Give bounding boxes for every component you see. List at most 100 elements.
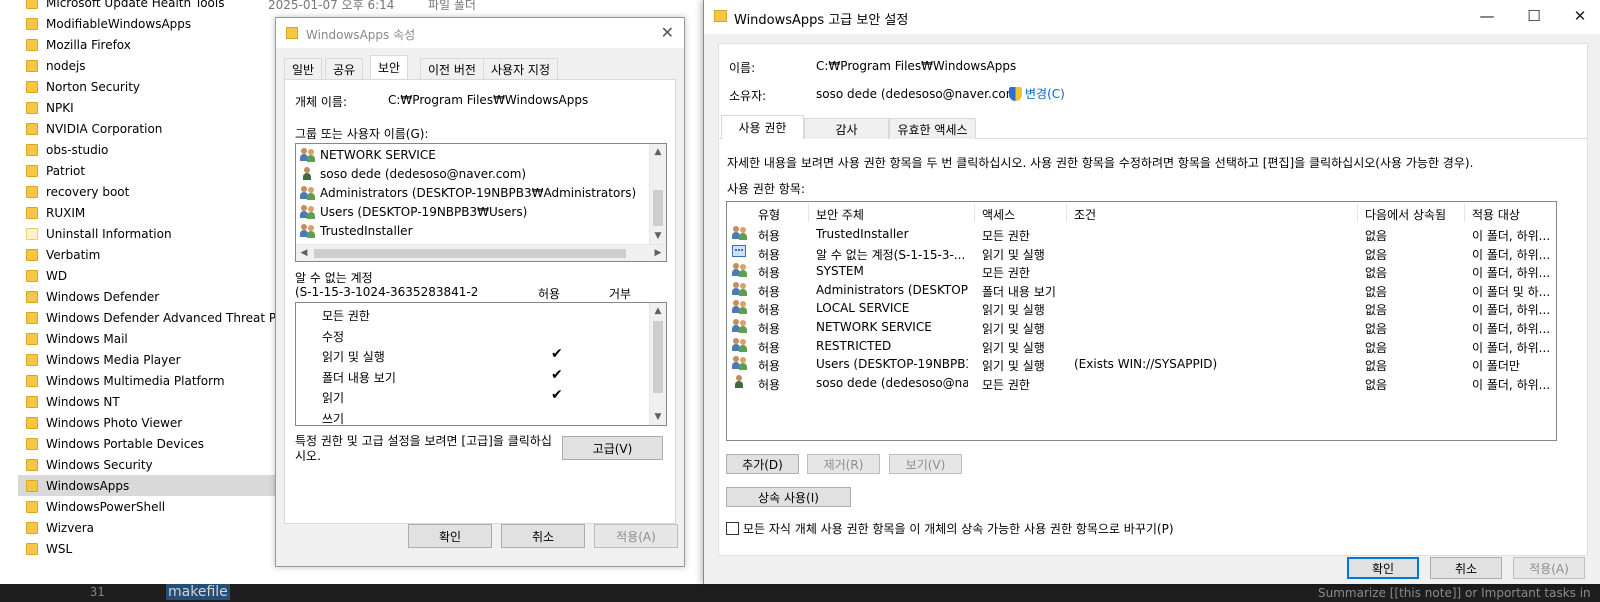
- scroll-thumb[interactable]: [653, 190, 663, 226]
- tab-audit[interactable]: 감사: [804, 118, 889, 139]
- user-list-item[interactable]: TrustedInstaller: [296, 221, 649, 240]
- perm-vscroll[interactable]: ▲ ▼: [649, 303, 666, 425]
- folder-item[interactable]: RUXIM: [18, 202, 278, 223]
- permission-entry-row[interactable]: 허용 RESTRICTED 읽기 및 실행 없음 이 폴더, 하위...: [727, 336, 1556, 355]
- ok-button[interactable]: 확인: [408, 524, 492, 548]
- folder-item[interactable]: Mozilla Firefox: [18, 34, 278, 55]
- users-vscroll[interactable]: ▲ ▼: [649, 144, 666, 244]
- folder-item[interactable]: Windows Photo Viewer: [18, 412, 278, 433]
- advanced-titlebar[interactable]: WindowsApps 고급 보안 설정 — ☐ ✕: [704, 0, 1600, 34]
- permission-entry-row[interactable]: 허용 Administrators (DESKTOP-... 폴더 내용 보기 없음 이…: [727, 280, 1556, 299]
- permission-entry-row[interactable]: 허용 알 수 없는 계정(S-1-15-3-... 읽기 및 실행 없음 이 폴더, 하…: [727, 243, 1556, 262]
- tab-effective-access[interactable]: 유효한 액세스: [889, 118, 976, 139]
- scroll-down-icon[interactable]: ▼: [650, 409, 666, 425]
- scroll-left-icon[interactable]: ◀: [296, 245, 312, 261]
- scroll-thumb[interactable]: [653, 321, 663, 393]
- col-inherited[interactable]: 다음에서 상속됨: [1365, 206, 1446, 223]
- folder-item[interactable]: Windows Multimedia Platform: [18, 370, 278, 391]
- col-access[interactable]: 액세스: [982, 206, 1015, 223]
- maximize-icon[interactable]: ☐: [1524, 7, 1544, 25]
- entry-access: 폴더 내용 보기: [982, 284, 1056, 299]
- cancel-button[interactable]: 취소: [501, 524, 585, 548]
- folder-name: Windows Defender: [46, 289, 160, 304]
- change-link-text[interactable]: 변경(C): [1025, 87, 1065, 101]
- folder-item[interactable]: Uninstall Information: [18, 223, 278, 244]
- user-group-icon: [732, 356, 748, 371]
- scroll-right-icon[interactable]: ▶: [650, 245, 666, 261]
- permission-entry-row[interactable]: 허용 TrustedInstaller 모든 권한 없음 이 폴더, 하위...: [727, 224, 1556, 243]
- change-owner-link[interactable]: 변경(C): [1009, 85, 1065, 102]
- folder-item[interactable]: WD: [18, 265, 278, 286]
- view-button[interactable]: 보기(V): [889, 454, 962, 474]
- scroll-up-icon[interactable]: ▲: [650, 144, 666, 160]
- code-text[interactable]: makefile: [166, 584, 230, 600]
- users-listbox[interactable]: NETWORK SERVICE soso dede (dedesoso@naver…: [295, 143, 667, 262]
- user-list-item[interactable]: Administrators (DESKTOP-19NBPB3₩Administ…: [296, 183, 649, 202]
- folder-item[interactable]: Windows Portable Devices: [18, 433, 278, 454]
- minimize-icon[interactable]: —: [1477, 7, 1497, 25]
- user-list-item[interactable]: Users (DESKTOP-19NBPB3₩Users): [296, 202, 649, 221]
- folder-item[interactable]: Windows NT: [18, 391, 278, 412]
- tab-customize[interactable]: 사용자 지정: [483, 58, 559, 79]
- folder-item[interactable]: ModifiableWindowsApps: [18, 13, 278, 34]
- tab-previous-versions[interactable]: 이전 버전: [420, 58, 484, 79]
- col-type[interactable]: 유형: [758, 206, 780, 223]
- permission-entry-row[interactable]: 허용 SYSTEM 모든 권한 없음 이 폴더, 하위...: [727, 261, 1556, 280]
- permission-entry-row[interactable]: 허용 NETWORK SERVICE 읽기 및 실행 없음 이 폴더, 하위...: [727, 317, 1556, 336]
- user-group-icon: [732, 337, 748, 352]
- folder-item[interactable]: WindowsPowerShell: [18, 496, 278, 517]
- col-condition[interactable]: 조건: [1074, 206, 1096, 223]
- folder-item[interactable]: Microsoft Update Health Tools: [18, 0, 278, 13]
- entry-principal: SYSTEM: [816, 264, 864, 279]
- replace-checkbox[interactable]: [726, 522, 739, 535]
- enable-inheritance-button[interactable]: 상속 사용(I): [726, 487, 851, 507]
- folder-item[interactable]: Patriot: [18, 160, 278, 181]
- folder-item[interactable]: NVIDIA Corporation: [18, 118, 278, 139]
- permission-entry-row[interactable]: 허용 soso dede (dedesoso@nav... 모든 권한 없음 이 폴더,…: [727, 373, 1556, 392]
- scroll-up-icon[interactable]: ▲: [650, 303, 666, 319]
- tab-sharing[interactable]: 공유: [325, 58, 364, 79]
- users-hscroll[interactable]: ◀ ▶: [296, 244, 666, 261]
- folder-item[interactable]: obs-studio: [18, 139, 278, 160]
- folder-item[interactable]: WSL: [18, 538, 278, 559]
- folder-item[interactable]: Windows Mail: [18, 328, 278, 349]
- replace-child-option[interactable]: 모든 자식 개체 사용 권한 항목을 이 개체의 상속 가능한 사용 권한 항목…: [726, 520, 1174, 537]
- entry-inherited: 없음: [1365, 377, 1388, 392]
- ok-button[interactable]: 확인: [1347, 557, 1419, 579]
- folder-item[interactable]: Windows Media Player: [18, 349, 278, 370]
- folder-date: 2025-01-07 오후 6:14: [268, 0, 395, 12]
- permissions-listbox[interactable]: 모든 권한 수정 읽기 및 실행 ✔ 폴더 내용 보기 ✔ 읽기 ✔ 쓰기 ▲ ▼: [295, 302, 667, 426]
- folder-item[interactable]: Windows Defender Advanced Threat Pr...: [18, 307, 278, 328]
- folder-item[interactable]: Windows Defender: [18, 286, 278, 307]
- tab-security[interactable]: 보안: [370, 55, 409, 79]
- close-icon[interactable]: ✕: [1570, 7, 1590, 25]
- user-list-item[interactable]: soso dede (dedesoso@naver.com): [296, 164, 649, 183]
- hscroll-thumb[interactable]: [314, 249, 626, 258]
- advanced-button[interactable]: 고급(V): [562, 436, 663, 460]
- remove-button[interactable]: 제거(R): [807, 454, 880, 474]
- entry-access: 모든 권한: [982, 266, 1030, 281]
- folder-item[interactable]: Windows Security: [18, 454, 278, 475]
- apply-button[interactable]: 적용(A): [594, 524, 678, 548]
- apply-button[interactable]: 적용(A): [1513, 557, 1585, 579]
- col-principal[interactable]: 보안 주체: [816, 206, 864, 223]
- entries-grid[interactable]: 유형 보안 주체 액세스 조건 다음에서 상속됨 적용 대상 허용 Trusted…: [726, 201, 1557, 441]
- properties-titlebar[interactable]: WindowsApps 속성 ✕: [276, 18, 684, 48]
- folder-item[interactable]: Verbatim: [18, 244, 278, 265]
- close-icon[interactable]: ✕: [661, 23, 674, 42]
- user-list-item[interactable]: NETWORK SERVICE: [296, 145, 649, 164]
- add-button[interactable]: 추가(D): [726, 454, 799, 474]
- permission-entry-row[interactable]: 허용 Users (DESKTOP-19NBPB3... 읽기 및 실행 (Exist…: [727, 354, 1556, 373]
- col-applies[interactable]: 적용 대상: [1472, 206, 1520, 223]
- folder-item[interactable]: nodejs: [18, 55, 278, 76]
- tab-general[interactable]: 일반: [284, 58, 323, 79]
- folder-item[interactable]: Norton Security: [18, 76, 278, 97]
- scroll-down-icon[interactable]: ▼: [650, 228, 666, 244]
- folder-item[interactable]: recovery boot: [18, 181, 278, 202]
- folder-item[interactable]: NPKI: [18, 97, 278, 118]
- folder-item[interactable]: WindowsApps: [18, 475, 278, 496]
- folder-item[interactable]: Wizvera: [18, 517, 278, 538]
- tab-permissions[interactable]: 사용 권한: [721, 115, 804, 139]
- permission-entry-row[interactable]: 허용 LOCAL SERVICE 읽기 및 실행 없음 이 폴더, 하위...: [727, 298, 1556, 317]
- cancel-button[interactable]: 취소: [1430, 557, 1502, 579]
